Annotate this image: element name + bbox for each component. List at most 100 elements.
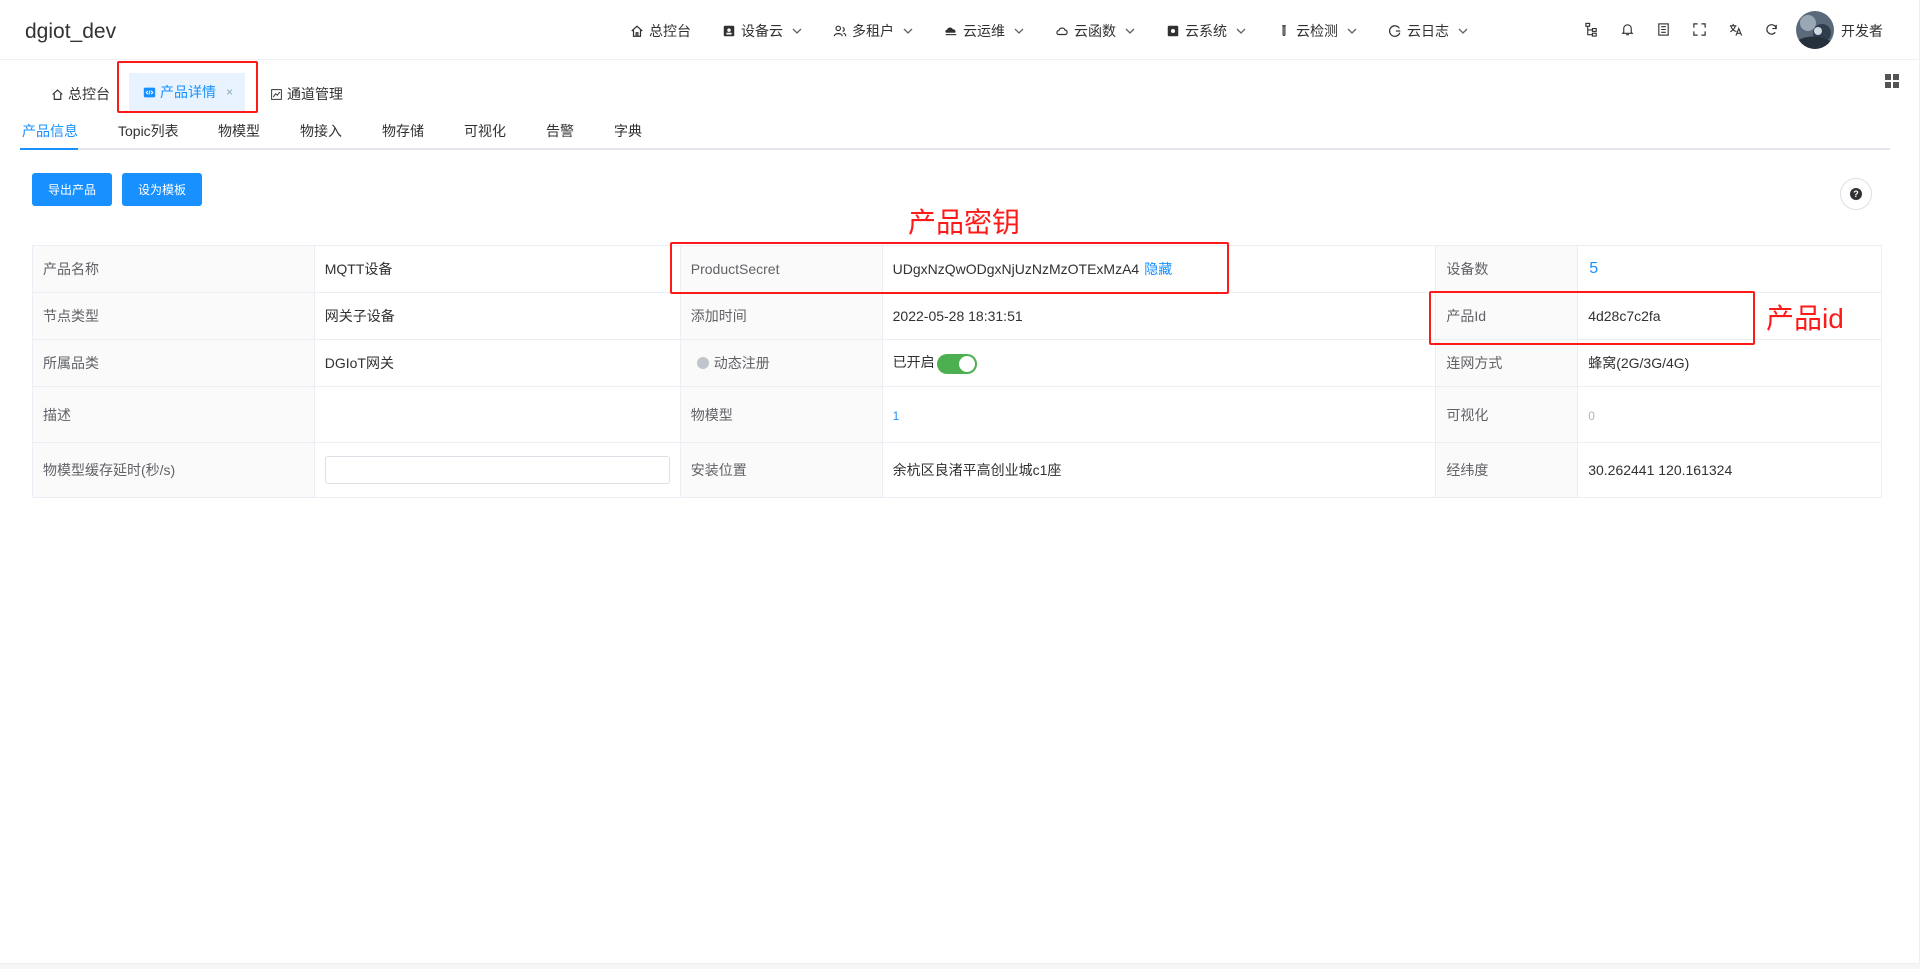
nav-item-label: 云函数 bbox=[1074, 23, 1116, 39]
network-value: 蜂窝(2G/3G/4G) bbox=[1577, 339, 1882, 387]
table-row: 所属品类 DGIoT网关 动态注册 已开启 连网方式 蜂窝(2G/3G/4G) bbox=[32, 339, 1882, 387]
app-page: dgiot_dev 总控台 设备云 多租户 云运维 云函数 云系统 云检测 云日… bbox=[0, 0, 1920, 964]
tab-thing-model[interactable]: 物模型 bbox=[218, 121, 260, 141]
tab-product-info[interactable]: 产品信息 bbox=[22, 121, 78, 141]
document-icon bbox=[1657, 22, 1669, 36]
brand-title[interactable]: dgiot_dev bbox=[25, 20, 116, 44]
nav-item-device-cloud[interactable]: 设备云 bbox=[722, 21, 802, 41]
export-product-button[interactable]: 导出产品 bbox=[32, 173, 112, 206]
tree-button[interactable] bbox=[1582, 20, 1600, 38]
cloud-ops-icon bbox=[945, 27, 957, 36]
lnglat-label: 经纬度 bbox=[1435, 442, 1579, 498]
nav-item-cloud-test[interactable]: 云检测 bbox=[1277, 21, 1357, 41]
fullscreen-icon bbox=[1692, 22, 1706, 36]
dynamic-register-toggle[interactable] bbox=[936, 353, 977, 374]
fullscreen-button[interactable] bbox=[1690, 20, 1708, 38]
category-label: 所属品类 bbox=[32, 339, 315, 387]
tab-visualization[interactable]: 可视化 bbox=[464, 121, 506, 141]
product-tabs: 产品信息 Topic列表 物模型 物接入 物存储 可视化 告警 字典 bbox=[20, 116, 1890, 150]
tree-icon bbox=[1584, 22, 1597, 37]
device-count-link[interactable]: 5 bbox=[1589, 260, 1598, 277]
description-value bbox=[313, 386, 681, 443]
nav-item-cloud-log[interactable]: 云日志 bbox=[1388, 21, 1468, 41]
tab-thing-access[interactable]: 物接入 bbox=[300, 121, 342, 141]
test-tube-icon bbox=[1282, 25, 1286, 36]
users-icon bbox=[833, 25, 847, 37]
chevron-down-icon[interactable] bbox=[1870, 23, 1880, 33]
dynamic-register-label: 动态注册 bbox=[713, 355, 770, 371]
notification-button[interactable] bbox=[1618, 20, 1636, 38]
cloud-system-icon bbox=[1167, 25, 1179, 37]
node-type-value: 网关子设备 bbox=[313, 292, 681, 340]
node-type-label: 节点类型 bbox=[32, 292, 315, 340]
tab-dictionary[interactable]: 字典 bbox=[614, 121, 642, 141]
question-icon: ? bbox=[1850, 188, 1862, 200]
cloud-function-icon bbox=[1056, 27, 1068, 36]
tag-dashboard[interactable]: 总控台 bbox=[51, 82, 110, 106]
chevron-down-icon bbox=[1125, 28, 1135, 34]
nav-item-label: 设备云 bbox=[741, 23, 783, 39]
help-button[interactable]: ? bbox=[1840, 178, 1872, 210]
nav-item-label: 总控台 bbox=[649, 23, 691, 39]
visualization-cell: 0 bbox=[1577, 386, 1882, 443]
question-icon[interactable] bbox=[696, 357, 709, 369]
cache-delay-input[interactable] bbox=[324, 456, 670, 484]
cache-delay-label: 物模型缓存延时(秒/s) bbox=[32, 442, 315, 498]
description-label: 描述 bbox=[32, 386, 315, 443]
add-time-label: 添加时间 bbox=[679, 292, 883, 340]
nav-item-cloud-ops[interactable]: 云运维 bbox=[944, 21, 1024, 41]
document-button[interactable] bbox=[1654, 20, 1672, 38]
refresh-button[interactable] bbox=[1762, 20, 1780, 38]
refresh-icon bbox=[1765, 23, 1777, 35]
device-count-label: 设备数 bbox=[1435, 245, 1579, 293]
tags-view: 总控台 产品详情 × 通道管理 bbox=[0, 60, 1920, 111]
grid-icon[interactable] bbox=[1884, 73, 1900, 89]
home-icon bbox=[631, 25, 643, 37]
avatar[interactable] bbox=[1796, 11, 1834, 49]
dynamic-register-status: 已开启 bbox=[892, 354, 935, 371]
nav-item-cloud-function[interactable]: 云函数 bbox=[1055, 21, 1135, 41]
table-row: 物模型缓存延时(秒/s) 安装位置 余杭区良渚平高创业城c1座 经纬度 30.2… bbox=[32, 442, 1882, 498]
annotation-id-label: 产品id bbox=[1766, 303, 1844, 334]
category-value: DGIoT网关 bbox=[313, 339, 681, 387]
annotation-box-secret bbox=[670, 242, 1229, 294]
network-label: 连网方式 bbox=[1435, 339, 1579, 387]
tab-topic-list[interactable]: Topic列表 bbox=[118, 121, 179, 141]
nav-item-label: 云运维 bbox=[963, 23, 1005, 39]
add-time-value: 2022-05-28 18:31:51 bbox=[881, 292, 1437, 340]
visualization-label: 可视化 bbox=[1435, 386, 1579, 443]
product-name-label: 产品名称 bbox=[32, 245, 315, 293]
device-cloud-icon bbox=[723, 25, 735, 37]
chevron-down-icon bbox=[1458, 28, 1468, 34]
nav-item-cloud-system[interactable]: 云系统 bbox=[1166, 21, 1246, 41]
main-menu: 总控台 设备云 多租户 云运维 云函数 云系统 云检测 云日志 bbox=[630, 20, 1499, 42]
cache-delay-cell bbox=[313, 442, 681, 498]
dynamic-register-label-cell: 动态注册 bbox=[679, 339, 883, 387]
nav-item-label: 云系统 bbox=[1185, 23, 1227, 39]
visualization-link[interactable]: 0 bbox=[1588, 409, 1595, 423]
log-icon bbox=[1389, 25, 1401, 37]
lnglat-link[interactable]: 30.262441 120.161324 bbox=[1577, 442, 1882, 498]
location-label: 安装位置 bbox=[679, 442, 883, 498]
tab-alarm[interactable]: 告警 bbox=[546, 121, 574, 141]
chevron-down-icon bbox=[1014, 28, 1024, 34]
annotation-box-tab bbox=[117, 61, 258, 113]
tag-channel-management[interactable]: 通道管理 bbox=[270, 82, 343, 106]
nav-item-dashboard[interactable]: 总控台 bbox=[630, 21, 691, 41]
active-tab-indicator bbox=[20, 148, 78, 150]
bell-icon bbox=[1620, 23, 1634, 35]
set-template-button[interactable]: 设为模板 bbox=[122, 173, 202, 206]
chevron-down-icon bbox=[1236, 28, 1246, 34]
chevron-down-icon bbox=[792, 28, 802, 34]
thing-model-link[interactable]: 1 bbox=[893, 409, 900, 423]
product-name-value: MQTT设备 bbox=[313, 245, 681, 293]
nav-item-multi-tenant[interactable]: 多租户 bbox=[833, 21, 913, 41]
chevron-down-icon bbox=[903, 28, 913, 34]
language-button[interactable] bbox=[1726, 20, 1744, 38]
tab-thing-storage[interactable]: 物存储 bbox=[382, 121, 424, 141]
thing-model-label: 物模型 bbox=[679, 386, 883, 443]
location-link[interactable]: 余杭区良渚平高创业城c1座 bbox=[881, 442, 1437, 498]
tag-label: 通道管理 bbox=[287, 86, 343, 102]
nav-item-label: 云检测 bbox=[1296, 23, 1338, 39]
navbar-tools bbox=[1582, 20, 1798, 38]
